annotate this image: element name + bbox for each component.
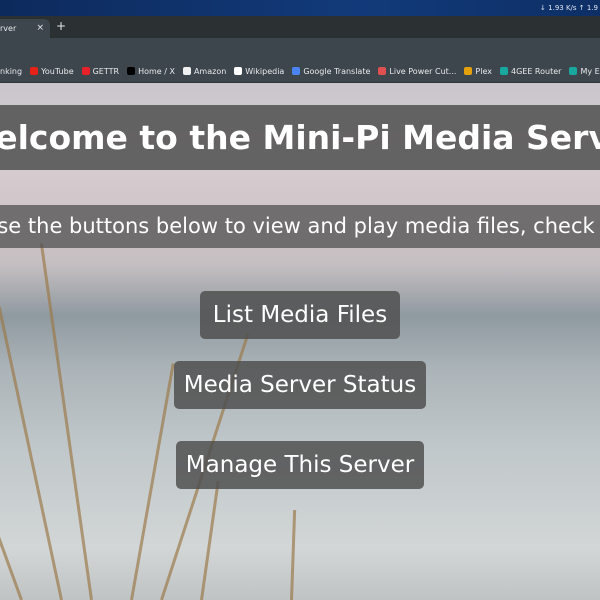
grass-stalk [290, 510, 297, 600]
browser-tab[interactable]: rver × [0, 19, 50, 38]
bookmark-item[interactable]: Google Translate [292, 67, 370, 76]
bookmark-label: Live Power Cut... [389, 66, 457, 76]
bookmark-item[interactable]: My EE lo [569, 67, 600, 76]
address-bar-area[interactable] [0, 38, 600, 60]
bookmark-label: Amazon [193, 66, 227, 76]
bookmark-label: 4GEE Router [510, 66, 562, 76]
bookmark-item[interactable]: YouTube [30, 67, 74, 76]
manage-server-button[interactable]: Manage This Server [176, 441, 424, 489]
bookmark-item[interactable]: 4GEE Router [499, 66, 562, 76]
close-tab-icon[interactable]: × [36, 23, 44, 33]
tab-title: rver [0, 24, 17, 33]
bookmark-favicon-icon [182, 67, 191, 75]
new-tab-button[interactable]: + [56, 19, 66, 33]
bookmark-favicon-icon [569, 67, 578, 75]
bookmark-favicon-icon [292, 67, 301, 75]
bookmark-favicon-icon [464, 67, 473, 75]
bookmark-label: Home / X [138, 66, 175, 76]
bookmark-favicon-icon [30, 67, 39, 75]
bookmark-item[interactable]: Amazon [182, 66, 227, 76]
network-speed: ↓ 1.93 K/s ↑ 1.9 [540, 4, 598, 12]
page-content: Welcome to the Mini-Pi Media Server Use … [0, 83, 600, 600]
grass-stalk [0, 392, 23, 600]
bookmark-item[interactable]: Plex [464, 67, 492, 76]
bookmark-item[interactable]: Wikipedia [234, 67, 284, 76]
bookmark-item[interactable]: GETTR [81, 66, 120, 76]
bookmark-favicon-icon [127, 67, 136, 75]
tab-strip: rver × + [0, 16, 600, 38]
grass-stalk [130, 363, 175, 600]
list-media-files-button[interactable]: List Media Files [200, 291, 400, 339]
bookmark-item[interactable]: Home / X [127, 67, 175, 76]
grass-stalk [0, 306, 63, 600]
bookmark-favicon-icon [499, 67, 508, 75]
bookmark-favicon-icon [234, 67, 243, 75]
bookmark-item[interactable]: Live Power Cut... [378, 67, 456, 76]
bookmark-label: nking [0, 66, 23, 76]
bookmark-favicon-icon [378, 67, 387, 75]
bookmark-label: GETTR [92, 66, 120, 76]
bookmark-label: Plex [475, 66, 492, 76]
bookmarks-bar: nking YouTube GETTR Home / X Amazon Wikipedia… [0, 60, 600, 83]
bookmark-label: YouTube [41, 66, 74, 76]
page-subtitle: Use the buttons below to view and play m… [0, 205, 600, 248]
bookmark-item[interactable]: nking [0, 67, 22, 76]
page-title: Welcome to the Mini-Pi Media Server [0, 105, 600, 170]
bookmark-favicon-icon [81, 67, 90, 75]
system-top-bar: ↓ 1.93 K/s ↑ 1.9 [0, 0, 600, 16]
grass-stalk [200, 480, 220, 600]
media-server-status-button[interactable]: Media Server Status [174, 361, 426, 409]
bookmark-label: Google Translate [303, 66, 371, 76]
bookmark-label: Wikipedia [245, 66, 285, 76]
bookmark-label: My EE lo [580, 66, 600, 76]
